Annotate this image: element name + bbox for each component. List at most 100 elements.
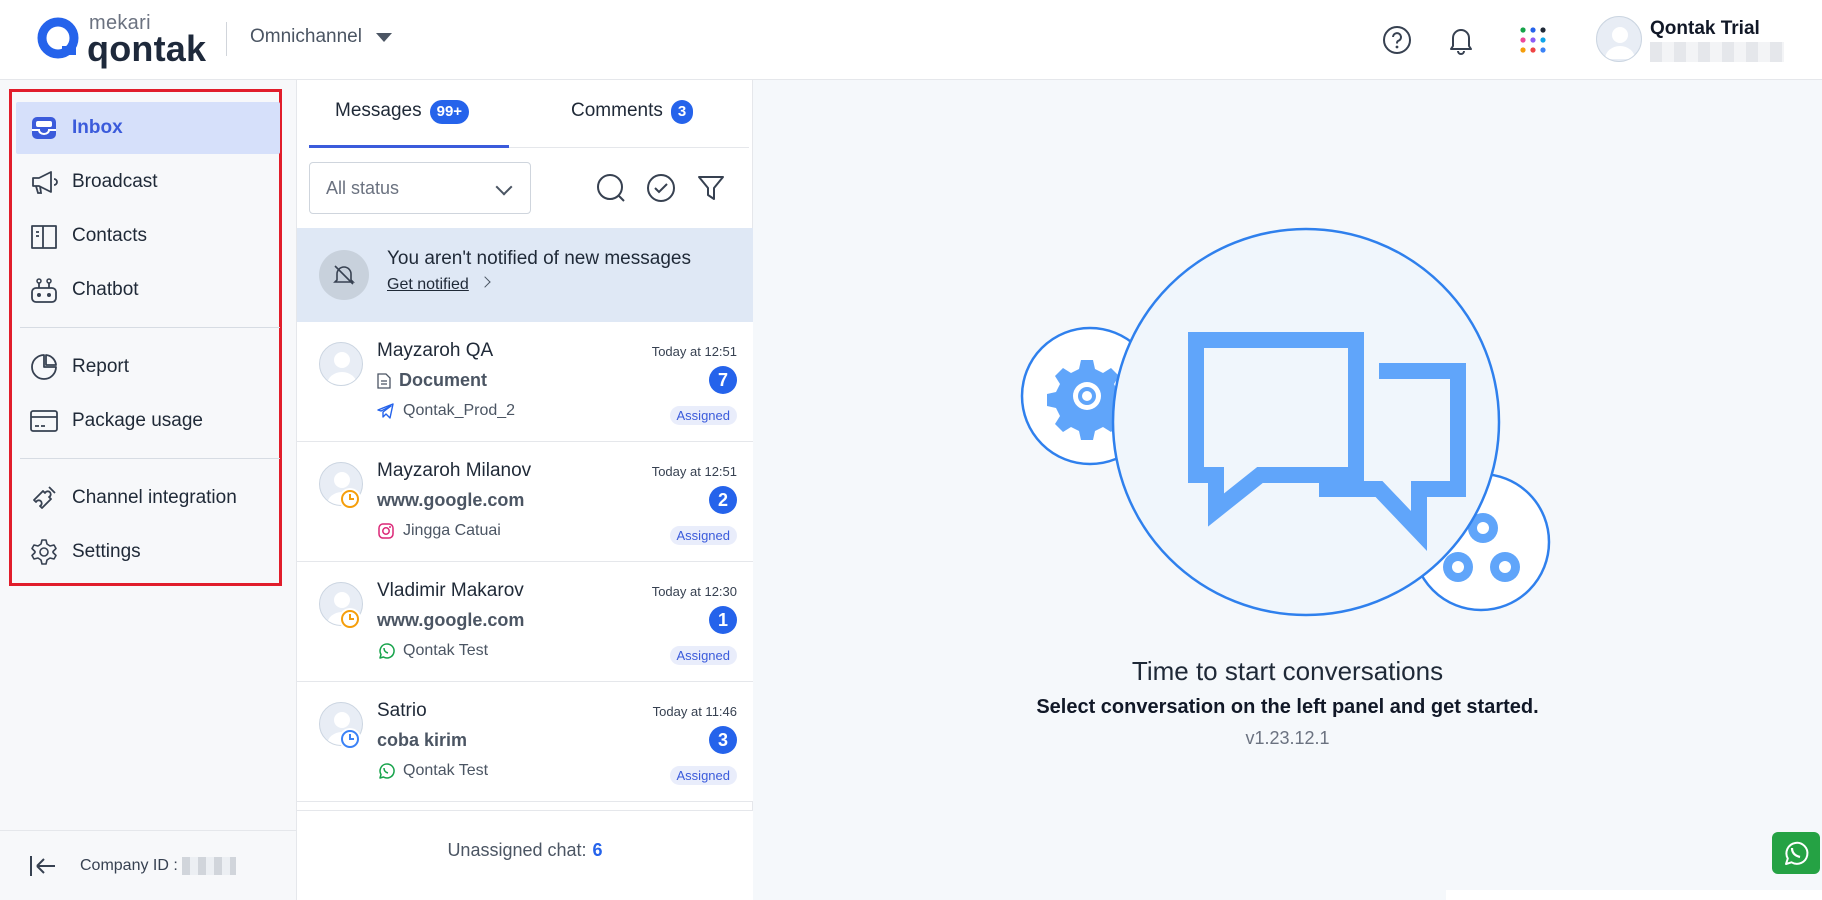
collapse-sidebar-icon[interactable] <box>28 854 58 878</box>
sidebar-item-settings[interactable]: Settings <box>16 526 280 578</box>
search-icon[interactable] <box>593 170 629 206</box>
last-message: www.google.com <box>377 610 524 631</box>
contacts-book-icon <box>28 220 60 252</box>
message-time: Today at 11:46 <box>652 704 737 719</box>
pie-chart-icon <box>28 351 60 383</box>
sidebar-footer: Company ID : <box>0 830 297 900</box>
avatar <box>319 342 363 386</box>
sidebar-item-broadcast[interactable]: Broadcast <box>16 156 280 208</box>
gear-icon <box>28 536 60 568</box>
tab-badge: 99+ <box>429 100 470 124</box>
sidebar-item-package-usage[interactable]: Package usage <box>16 395 280 447</box>
tab-label: Messages <box>335 100 422 121</box>
message-time: Today at 12:30 <box>651 584 737 599</box>
channel-info: Qontak_Prod_2 <box>377 402 515 420</box>
bell-icon[interactable] <box>1442 21 1480 59</box>
conversation-item[interactable]: Satrio coba kirim Qontak Test Today at 1… <box>297 682 753 802</box>
whatsapp-chat-button[interactable] <box>1772 832 1820 874</box>
channel-info: Qontak Test <box>377 762 488 780</box>
whatsapp-icon <box>379 643 395 659</box>
caret-down-icon <box>375 32 392 42</box>
unassigned-chat-count: 6 <box>592 840 603 860</box>
notification-notice-text: You aren't notified of new messages <box>387 248 691 269</box>
unassigned-chat-label: Unassigned chat: <box>447 840 587 860</box>
sidebar-item-label: Contacts <box>72 225 147 246</box>
sidebar-item-label: Report <box>72 356 130 377</box>
instagram-icon <box>378 523 394 539</box>
filter-funnel-icon[interactable] <box>693 170 729 206</box>
active-tab-indicator <box>309 145 509 148</box>
sidebar-item-label: Settings <box>72 541 141 562</box>
sidebar-item-contacts[interactable]: Contacts <box>16 210 280 262</box>
get-notified-link[interactable]: Get notified <box>387 276 469 294</box>
help-icon[interactable] <box>1378 21 1416 59</box>
tab-messages[interactable]: Messages 99+ <box>335 100 470 148</box>
conversation-item[interactable]: Mayzaroh Milanov www.google.com Jingga C… <box>297 442 753 562</box>
telegram-icon <box>377 403 394 419</box>
conversation-item[interactable]: Mayzaroh QA Document Qontak_Prod_2 Today… <box>297 322 753 442</box>
clock-icon <box>339 488 361 510</box>
channel-name: Qontak Test <box>403 762 489 779</box>
channel-name: Qontak Test <box>403 642 489 659</box>
conversation-list-panel: Messages 99+ Comments 3 All status You a… <box>297 80 753 890</box>
unread-count-badge: 7 <box>709 366 737 394</box>
user-name: Qontak Trial <box>1650 18 1760 39</box>
channel-name: Jingga Catuai <box>403 522 501 539</box>
message-time: Today at 12:51 <box>651 464 737 479</box>
last-message-text: www.google.com <box>377 610 525 630</box>
status-filter-select[interactable]: All status <box>309 162 531 214</box>
whatsapp-icon <box>379 763 395 779</box>
brand-qontak: qontak <box>87 28 207 69</box>
sidebar-item-label: Broadcast <box>72 171 158 192</box>
message-time: Today at 12:51 <box>651 344 737 359</box>
megaphone-icon <box>28 166 60 198</box>
bottom-strip <box>1446 890 1822 900</box>
sidebar-item-inbox[interactable]: Inbox <box>16 102 280 154</box>
channel-info: Jingga Catuai <box>377 522 501 540</box>
inbox-icon <box>28 112 60 144</box>
sidebar-item-label: Chatbot <box>72 279 139 300</box>
contact-name: Mayzaroh QA <box>377 340 494 361</box>
last-message: Document <box>377 370 487 391</box>
unassigned-chat-link[interactable]: Unassigned chat: 6 <box>297 810 753 890</box>
status-badge: Assigned <box>669 526 737 545</box>
sidebar-item-chatbot[interactable]: Chatbot <box>16 264 280 316</box>
tab-comments[interactable]: Comments 3 <box>571 100 694 148</box>
sidebar-item-report[interactable]: Report <box>16 341 280 393</box>
contact-name: Vladimir Makarov <box>377 580 524 601</box>
avatar <box>1596 16 1642 62</box>
sidebar-item-channel-integration[interactable]: Channel integration <box>16 472 280 524</box>
sidebar-divider <box>20 458 280 459</box>
unread-count-badge: 1 <box>709 606 737 634</box>
app-version: v1.23.12.1 <box>1245 728 1330 748</box>
product-switcher[interactable]: Omnichannel <box>250 26 392 48</box>
status-filter-value: All status <box>326 177 400 198</box>
empty-state-subtitle: Select conversation on the left panel an… <box>1036 696 1539 718</box>
sidebar-item-label: Channel integration <box>72 487 237 508</box>
unread-count-badge: 2 <box>709 486 737 514</box>
filter-bar: All status <box>309 162 749 214</box>
conversation-item[interactable]: Vladimir Makarov www.google.com Qontak T… <box>297 562 753 682</box>
unread-count-badge: 3 <box>709 726 737 754</box>
clock-icon <box>339 728 361 750</box>
card-icon <box>28 405 60 437</box>
sidebar-item-label: Inbox <box>72 117 123 138</box>
contact-name: Satrio <box>377 700 427 721</box>
channel-name: Qontak_Prod_2 <box>403 402 516 419</box>
sidebar-divider <box>20 327 280 328</box>
product-switcher-label: Omnichannel <box>250 26 362 47</box>
user-menu[interactable]: Qontak Trial <box>1596 16 1796 66</box>
chevron-down-icon <box>495 178 513 196</box>
whatsapp-icon <box>1785 841 1809 865</box>
conversation-empty-state: Time to start conversations Select conve… <box>753 80 1822 900</box>
qontak-logo[interactable]: mekari qontak <box>36 12 216 69</box>
contact-name: Mayzaroh Milanov <box>377 460 532 481</box>
status-badge: Assigned <box>669 766 737 785</box>
check-circle-icon[interactable] <box>643 170 679 206</box>
top-bar: mekari qontak Omnichannel Qontak Trial <box>0 0 1822 80</box>
company-id-redacted <box>181 856 236 875</box>
last-message: coba kirim <box>377 730 467 751</box>
apps-grid-icon[interactable] <box>1514 21 1552 59</box>
sidebar: Inbox Broadcast Contacts Chatbot Report … <box>0 80 297 900</box>
puzzle-icon <box>28 482 60 514</box>
